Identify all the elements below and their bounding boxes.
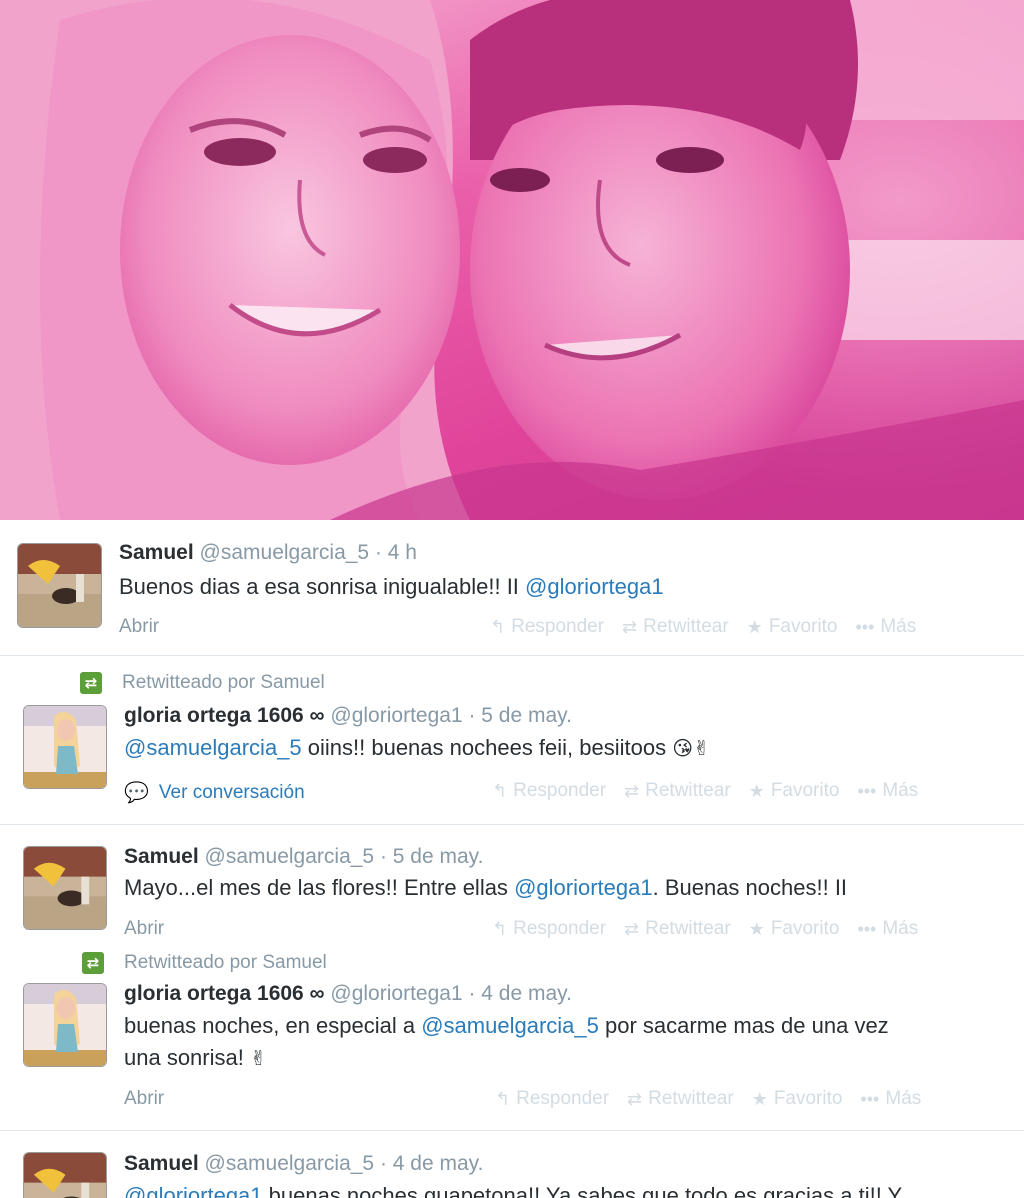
author-name[interactable]: Samuel xyxy=(124,845,199,868)
author-name[interactable]: Samuel xyxy=(124,1152,199,1175)
more-button[interactable]: ••• Más xyxy=(857,918,918,940)
retweet-button[interactable]: ⇄ Retwittear xyxy=(624,918,731,940)
avatar[interactable] xyxy=(24,1153,106,1198)
retweet-button[interactable]: ⇄ Retwittear xyxy=(622,616,729,638)
tweet[interactable]: ⇄ Retwitteado por Samuel gloria ortega 1… xyxy=(0,656,1024,824)
speech-bubble-icon: 💬 xyxy=(124,782,149,804)
tweet-text: @gloriortega1 buenas noches guapetona!! … xyxy=(124,1180,902,1198)
star-icon: ★ xyxy=(746,616,763,637)
favorite-button[interactable]: ★ Favorito xyxy=(752,1088,843,1110)
retweet-button[interactable]: ⇄ Retwittear xyxy=(627,1088,734,1110)
author-handle[interactable]: @gloriortega1 xyxy=(330,982,462,1005)
more-button[interactable]: ••• Más xyxy=(860,1088,921,1110)
tweet[interactable]: Samuel @samuelgarcia_5 · 4 h Buenos dias… xyxy=(0,520,1024,655)
star-icon: ★ xyxy=(751,1088,768,1109)
ellipsis-icon: ••• xyxy=(855,616,875,637)
tweet-actions: ↰ Responder ⇄ Retwittear ★ Favorito ••• Más xyxy=(492,780,918,802)
author-name[interactable]: gloria ortega 1606 ∞ xyxy=(124,982,325,1005)
reply-icon: ↰ xyxy=(492,918,508,939)
retweet-icon: ⇄ xyxy=(82,952,104,974)
tweet-time[interactable]: · 5 de may. xyxy=(380,845,483,868)
avatar[interactable] xyxy=(24,706,106,788)
tweet-actions: ↰ Responder ⇄ Retwittear ★ Favorito ••• Más xyxy=(495,1088,921,1110)
retweet-icon: ⇄ xyxy=(80,672,102,694)
bullfight-avatar-image xyxy=(24,847,106,929)
gloria-avatar-image xyxy=(24,706,106,788)
tweet-text: buenas noches, en especial a @samuelgarc… xyxy=(124,1013,889,1070)
retweet-icon: ⇄ xyxy=(624,780,640,801)
mention-link[interactable]: @samuelgarcia_5 xyxy=(421,1013,599,1038)
tweet-time[interactable]: · 4 de may. xyxy=(468,982,571,1005)
retweet-icon: ⇄ xyxy=(624,918,640,939)
mention-link[interactable]: @gloriortega1 xyxy=(124,1183,263,1198)
author-handle[interactable]: @samuelgarcia_5 xyxy=(205,845,375,868)
bullfight-avatar-image xyxy=(24,1153,106,1198)
mention-link[interactable]: @gloriortega1 xyxy=(525,574,664,599)
reply-icon: ↰ xyxy=(492,780,508,801)
tweet-time[interactable]: · 5 de may. xyxy=(468,704,571,727)
author-name[interactable]: Samuel xyxy=(119,541,194,564)
author-handle[interactable]: @gloriortega1 xyxy=(330,704,462,727)
favorite-button[interactable]: ★ Favorito xyxy=(749,918,840,940)
tweet-text: Mayo...el mes de las flores!! Entre ella… xyxy=(124,875,848,900)
tweet[interactable]: Samuel @samuelgarcia_5 · 4 de may. @glor… xyxy=(0,1131,1024,1198)
tweet-text: Buenos dias a esa sonrisa inigualable!! … xyxy=(119,574,664,599)
retweet-context: ⇄ Retwitteado por Samuel xyxy=(80,672,325,694)
retweet-button[interactable]: ⇄ Retwittear xyxy=(624,780,731,802)
star-icon: ★ xyxy=(748,780,765,801)
reply-icon: ↰ xyxy=(490,616,506,637)
tweet-actions: ↰ Responder ⇄ Retwittear ★ Favorito ••• Más xyxy=(492,918,918,940)
favorite-button[interactable]: ★ Favorito xyxy=(747,616,838,638)
reply-button[interactable]: ↰ Responder xyxy=(492,918,606,940)
tweet[interactable]: Samuel @samuelgarcia_5 · 5 de may. Mayo.… xyxy=(0,825,1024,953)
gloria-avatar-image xyxy=(24,984,106,1066)
avatar[interactable] xyxy=(18,544,101,627)
tweet-actions: ↰ Responder ⇄ Retwittear ★ Favorito ••• Más xyxy=(490,616,916,638)
favorite-button[interactable]: ★ Favorito xyxy=(749,780,840,802)
ellipsis-icon: ••• xyxy=(860,1088,880,1109)
open-link[interactable]: Abrir xyxy=(124,1088,164,1110)
view-conversation-link[interactable]: 💬 Ver conversación xyxy=(124,780,305,805)
reply-button[interactable]: ↰ Responder xyxy=(490,616,604,638)
retweet-icon: ⇄ xyxy=(627,1088,643,1109)
mention-link[interactable]: @gloriortega1 xyxy=(514,875,653,900)
author-name[interactable]: gloria ortega 1606 ∞ xyxy=(124,704,325,727)
avatar[interactable] xyxy=(24,984,106,1066)
reply-button[interactable]: ↰ Responder xyxy=(492,780,606,802)
reply-button[interactable]: ↰ Responder xyxy=(495,1088,609,1110)
author-handle[interactable]: @samuelgarcia_5 xyxy=(205,1152,375,1175)
emoji: 😘✌ xyxy=(672,738,710,760)
author-handle[interactable]: @samuelgarcia_5 xyxy=(200,541,370,564)
selfie-image xyxy=(0,0,1024,520)
star-icon: ★ xyxy=(748,918,765,939)
open-link[interactable]: Abrir xyxy=(119,616,159,638)
avatar[interactable] xyxy=(24,847,106,929)
ellipsis-icon: ••• xyxy=(857,918,877,939)
more-button[interactable]: ••• Más xyxy=(855,616,916,638)
tweet-photo[interactable] xyxy=(0,0,1024,520)
open-link[interactable]: Abrir xyxy=(124,918,164,940)
more-button[interactable]: ••• Más xyxy=(857,780,918,802)
reply-icon: ↰ xyxy=(495,1088,511,1109)
tweet-time[interactable]: · 4 de may. xyxy=(380,1152,483,1175)
retweet-icon: ⇄ xyxy=(622,616,638,637)
mention-link[interactable]: @samuelgarcia_5 xyxy=(124,735,302,760)
tweet-text: @samuelgarcia_5 oiins!! buenas nochees f… xyxy=(124,735,710,760)
tweet[interactable]: ⇄ Retwitteado por Samuel gloria ortega 1… xyxy=(0,948,1024,1130)
emoji: ✌ xyxy=(249,1048,267,1070)
tweet-time[interactable]: · 4 h xyxy=(375,541,417,564)
retweet-context: ⇄ Retwitteado por Samuel xyxy=(82,952,327,974)
bullfight-avatar-image xyxy=(18,544,101,627)
ellipsis-icon: ••• xyxy=(857,780,877,801)
